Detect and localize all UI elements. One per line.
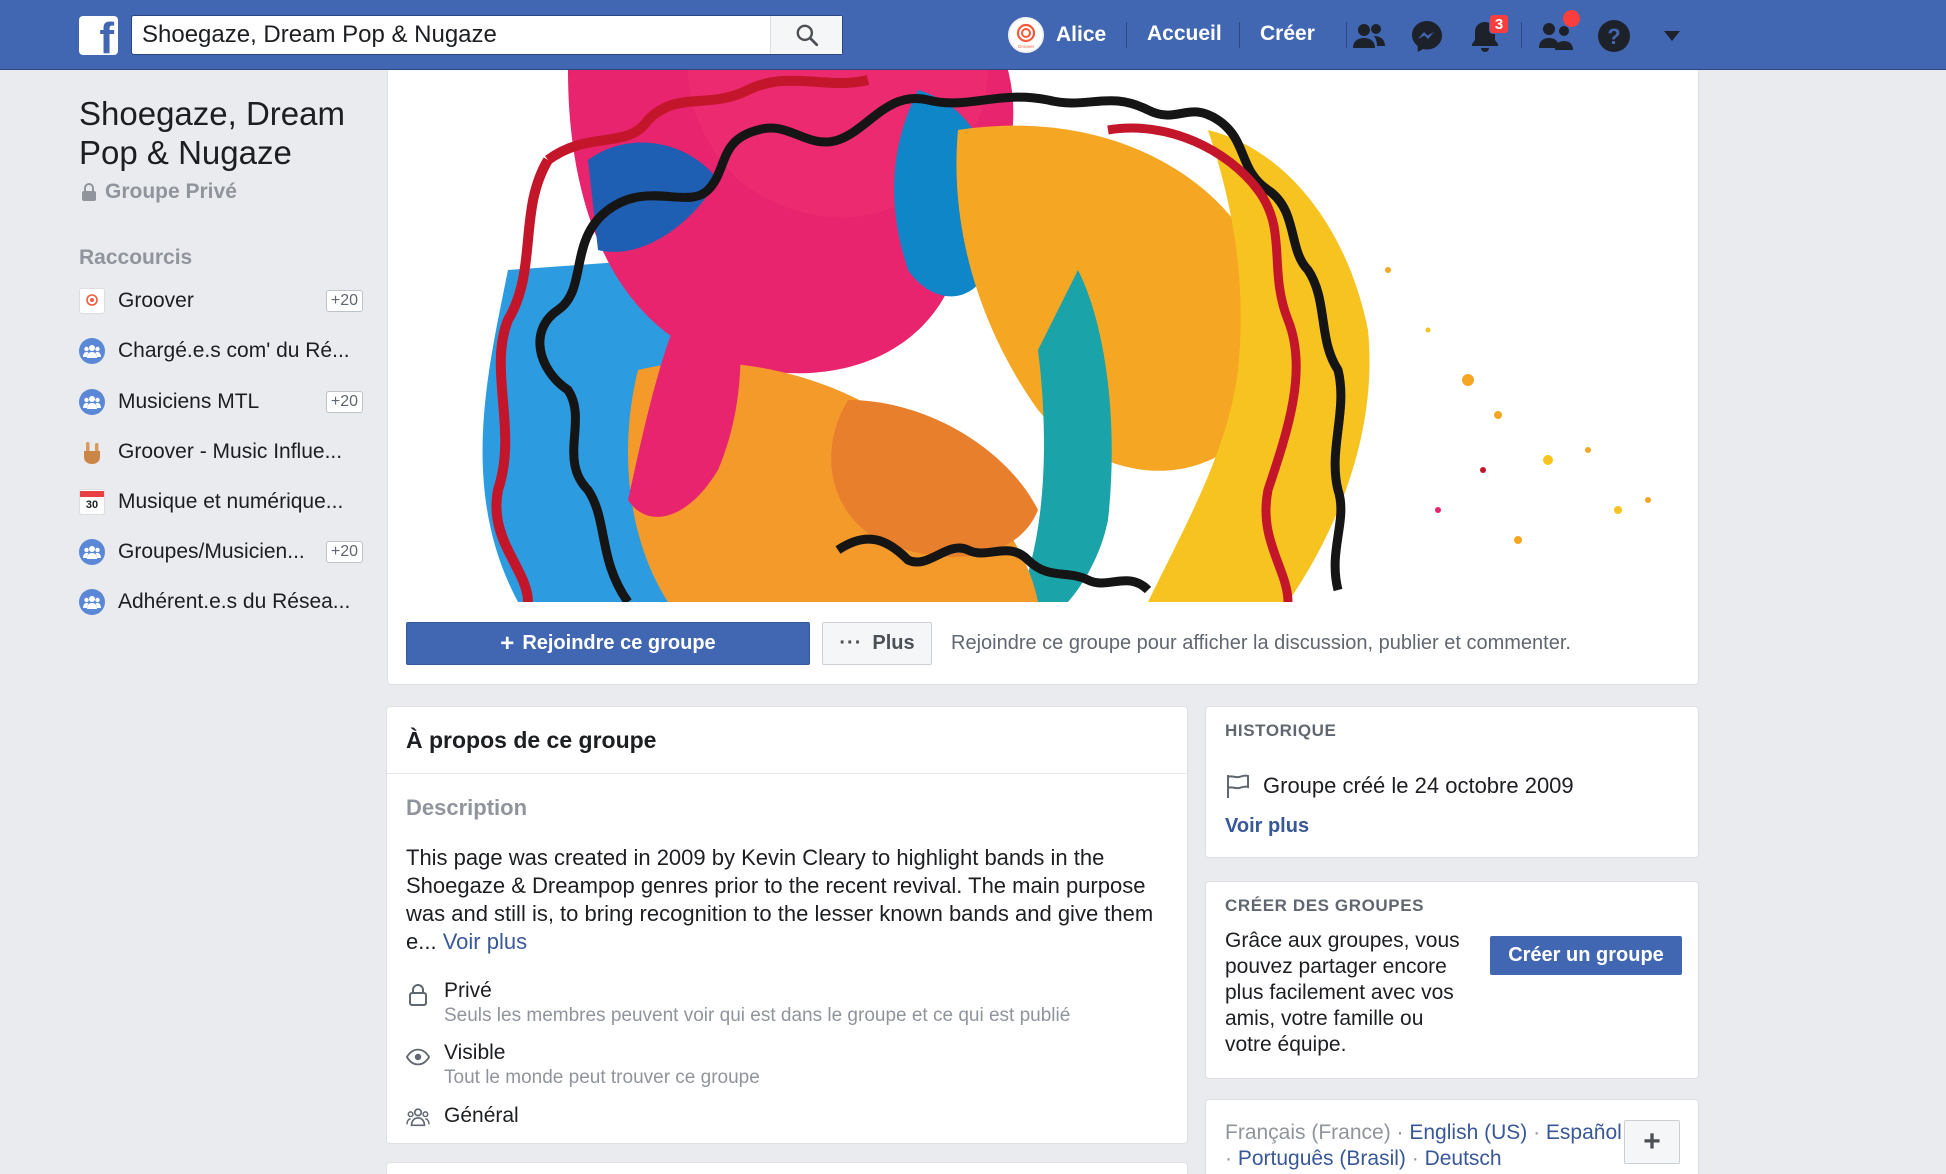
about-card: À propos de ce groupe Description This p… xyxy=(386,706,1188,1144)
join-group-label: Rejoindre ce groupe xyxy=(522,632,716,654)
about-title: À propos de ce groupe xyxy=(387,707,1187,774)
group-created-text: Groupe créé le 24 octobre 2009 xyxy=(1263,773,1574,798)
shortcut-count: +20 xyxy=(325,290,363,312)
group-icon xyxy=(79,338,105,364)
current-language: Français (France) xyxy=(1225,1121,1391,1144)
nav-divider xyxy=(1521,22,1522,48)
more-button[interactable]: ··· Plus xyxy=(822,622,932,665)
group-privacy: Groupe Privé xyxy=(81,180,237,204)
avatar: Groover xyxy=(1008,17,1044,53)
create-groups-label: CRÉER DES GROUPES xyxy=(1225,896,1425,915)
language-link[interactable]: English (US) xyxy=(1409,1121,1527,1144)
history-see-more-link[interactable]: Voir plus xyxy=(1225,815,1309,838)
join-hint: Rejoindre ce groupe pour afficher la dis… xyxy=(951,632,1571,654)
shortcuts-title: Raccourcis xyxy=(79,246,193,269)
friends-icon[interactable] xyxy=(1350,17,1388,55)
search-icon xyxy=(796,24,818,47)
shortcut-item[interactable]: Adhérent.e.s du Résea... xyxy=(79,586,363,618)
next-card xyxy=(386,1162,1188,1174)
shortcut-item[interactable]: Groover +20 xyxy=(79,285,363,317)
visibility-info: Visible Tout le monde peut trouver ce gr… xyxy=(406,1041,760,1089)
cover-photo[interactable] xyxy=(388,70,1698,602)
nav-divider xyxy=(1239,22,1240,48)
notifications-badge: 3 xyxy=(1489,14,1509,34)
create-link[interactable]: Créer xyxy=(1260,22,1315,46)
facebook-logo-icon[interactable]: f xyxy=(79,16,118,55)
private-title: Privé xyxy=(444,979,492,1002)
calendar-icon: 30 xyxy=(79,489,105,515)
shortcut-item[interactable]: Groover - Music Influe... xyxy=(79,436,363,468)
search-input[interactable] xyxy=(142,16,762,54)
rock-hand-icon xyxy=(79,439,105,465)
ellipsis-icon: ··· xyxy=(839,632,863,654)
search-button[interactable] xyxy=(770,16,842,54)
profile-link[interactable]: Groover Alice xyxy=(1008,17,1106,53)
language-card: Français (France) · English (US) · Españ… xyxy=(1205,1099,1699,1174)
create-groups-card: CRÉER DES GROUPES Grâce aux groupes, vou… xyxy=(1205,881,1699,1079)
shortcut-label: Adhérent.e.s du Résea... xyxy=(118,590,351,613)
add-language-button[interactable]: + xyxy=(1624,1120,1680,1164)
description-title: Description xyxy=(406,795,528,820)
shortcut-item[interactable]: Musiciens MTL +20 xyxy=(79,386,363,418)
caret-down-icon[interactable] xyxy=(1653,17,1691,55)
visible-subtitle: Tout le monde peut trouver ce groupe xyxy=(444,1067,760,1088)
shortcut-item[interactable]: Groupes/Musicien... +20 xyxy=(79,536,363,568)
category-info: Général xyxy=(406,1104,519,1129)
shortcut-label: Musique et numérique... xyxy=(118,490,344,513)
description-text: This page was created in 2009 by Kevin C… xyxy=(406,844,1176,956)
groover-icon xyxy=(79,288,105,314)
group-members-icon xyxy=(406,1105,430,1129)
shortcut-label: Groover - Music Influe... xyxy=(118,440,343,463)
group-icon xyxy=(79,589,105,615)
shortcut-item[interactable]: Chargé.e.s com' du Ré... xyxy=(79,335,363,367)
description-see-more-link[interactable]: Voir plus xyxy=(443,929,527,954)
group-icon xyxy=(79,539,105,565)
language-list: Français (France) · English (US) · Españ… xyxy=(1225,1121,1622,1170)
top-navigation-bar: f Groover Alice Accueil Créer 3 ? xyxy=(0,0,1946,70)
svg-text:?: ? xyxy=(1607,24,1620,49)
history-row: Groupe créé le 24 octobre 2009 xyxy=(1225,773,1574,799)
shortcut-label: Groover xyxy=(118,289,194,312)
history-label: HISTORIQUE xyxy=(1225,721,1337,740)
eye-icon xyxy=(406,1045,430,1069)
profile-name: Alice xyxy=(1056,23,1107,46)
create-group-button[interactable]: Créer un groupe xyxy=(1490,936,1682,975)
language-link[interactable]: Español xyxy=(1546,1121,1622,1144)
messenger-icon[interactable] xyxy=(1408,17,1446,55)
private-subtitle: Seuls les membres peuvent voir qui est d… xyxy=(444,1005,1071,1026)
cover-card: + Rejoindre ce groupe ··· Plus Rejoindre… xyxy=(387,70,1699,685)
group-title[interactable]: Shoegaze, Dream Pop & Nugaze xyxy=(79,94,379,172)
history-card: HISTORIQUE Groupe créé le 24 octobre 200… xyxy=(1205,706,1699,858)
join-group-button[interactable]: + Rejoindre ce groupe xyxy=(406,622,810,665)
more-label: Plus xyxy=(872,632,915,654)
shortcut-count: +20 xyxy=(325,541,363,563)
nav-divider xyxy=(1346,22,1347,48)
group-privacy-label: Groupe Privé xyxy=(105,180,237,203)
group-icon xyxy=(79,389,105,415)
plus-icon: + xyxy=(500,629,515,657)
create-groups-text: Grâce aux groupes, vous pouvez partager … xyxy=(1225,929,1460,1056)
help-icon[interactable]: ? xyxy=(1595,17,1633,55)
shortcut-label: Groupes/Musicien... xyxy=(118,540,305,563)
language-link[interactable]: Português (Brasil) xyxy=(1238,1147,1406,1170)
home-link[interactable]: Accueil xyxy=(1147,22,1222,46)
search-box xyxy=(131,15,843,55)
general-category: Général xyxy=(444,1104,519,1127)
flag-icon xyxy=(1227,774,1249,798)
svg-text:Groover: Groover xyxy=(1018,44,1035,49)
shortcut-label: Chargé.e.s com' du Ré... xyxy=(118,339,350,362)
friend-requests-dot xyxy=(1563,10,1580,27)
shortcut-count: +20 xyxy=(325,391,363,413)
privacy-info: Privé Seuls les membres peuvent voir qui… xyxy=(406,979,1070,1027)
language-link[interactable]: Deutsch xyxy=(1425,1147,1502,1170)
shortcut-item[interactable]: 30 Musique et numérique... xyxy=(79,486,363,518)
lock-icon xyxy=(406,983,430,1007)
visible-title: Visible xyxy=(444,1041,506,1064)
lock-icon xyxy=(82,183,96,201)
nav-divider xyxy=(1126,22,1127,48)
shortcut-label: Musiciens MTL xyxy=(118,390,260,413)
